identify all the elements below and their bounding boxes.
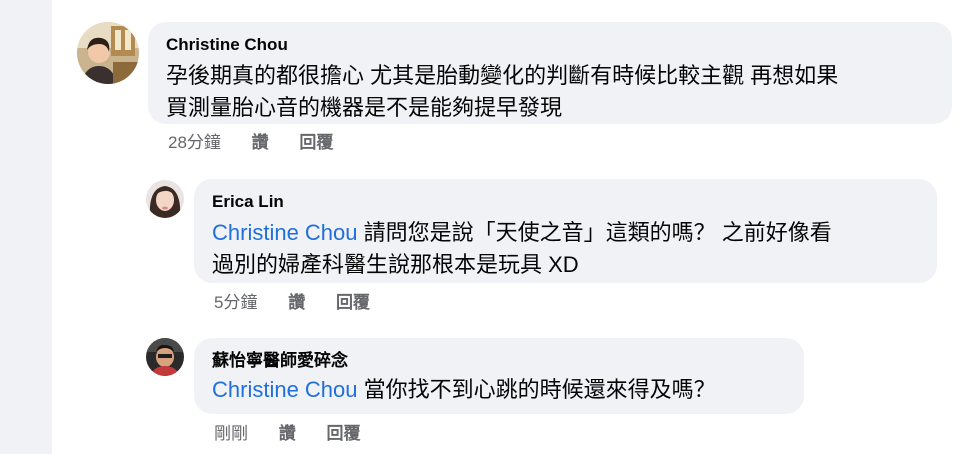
comment-text-line1: Christine Chou 請問您是說「天使之音」這類的嗎？ 之前好像看 (212, 217, 919, 249)
avatar[interactable] (146, 180, 184, 218)
like-button[interactable]: 讚 (288, 292, 305, 314)
avatar[interactable] (77, 22, 139, 84)
comment-author[interactable]: Erica Lin (212, 191, 919, 213)
like-button[interactable]: 讚 (252, 132, 269, 154)
comment-text-line2: 過別的婦產科醫生說那根本是玩具 XD (212, 252, 579, 277)
comment-bubble: Erica Lin Christine Chou 請問您是說「天使之音」這類的嗎… (194, 179, 937, 283)
avatar[interactable] (146, 338, 184, 376)
like-button[interactable]: 讚 (279, 423, 296, 445)
comment-text: 請問您是說「天使之音」這類的嗎？ 之前好像看 (357, 220, 832, 245)
comment-text-line1: 孕後期真的都很擔心 尤其是胎動變化的判斷有時候比較主觀 再想如果 (166, 63, 839, 88)
comment-timestamp[interactable]: 5分鐘 (214, 292, 257, 314)
reply-button[interactable]: 回覆 (326, 423, 360, 445)
reply-button[interactable]: 回覆 (336, 292, 370, 314)
comment-text-line1: Christine Chou 當你找不到心跳的時候還來得及嗎？ (212, 374, 786, 406)
mention-link[interactable]: Christine Chou (212, 377, 358, 402)
reply-button[interactable]: 回覆 (299, 132, 333, 154)
comment-timestamp[interactable]: 剛剛 (214, 423, 248, 445)
comment-text-line2: 買測量胎心音的機器是不是能夠提早發現 (166, 95, 563, 120)
comment-actions: 5分鐘 讚 回覆 (214, 292, 370, 314)
comment-bubble: 蘇怡寧醫師愛碎念 Christine Chou 當你找不到心跳的時候還來得及嗎？ (194, 338, 804, 414)
mention-link[interactable]: Christine Chou (212, 220, 358, 245)
comment-bubble: Christine Chou 孕後期真的都很擔心 尤其是胎動變化的判斷有時候比較… (148, 22, 952, 124)
comment-timestamp[interactable]: 28分鐘 (168, 132, 221, 154)
comment-text: 當你找不到心跳的時候還來得及嗎？ (357, 377, 716, 402)
comment-actions: 剛剛 讚 回覆 (214, 423, 360, 445)
comment-actions: 28分鐘 讚 回覆 (168, 132, 333, 154)
comment-author[interactable]: Christine Chou (166, 34, 934, 56)
comment-author[interactable]: 蘇怡寧醫師愛碎念 (212, 350, 786, 372)
